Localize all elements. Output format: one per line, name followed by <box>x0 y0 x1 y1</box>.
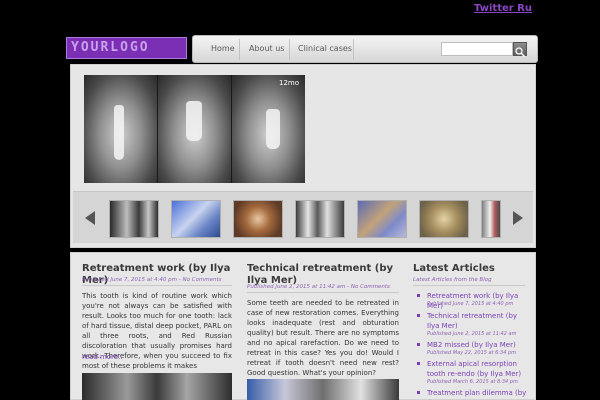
xray-root <box>266 109 280 149</box>
bullet-icon <box>417 294 420 297</box>
sidebar-article-date: Published May 22, 2015 at 6:34 pm <box>427 350 517 356</box>
xray-root <box>114 105 124 160</box>
divider <box>413 285 525 286</box>
xray-label: 12mo <box>278 79 299 87</box>
xray-image <box>158 75 231 183</box>
sidebar-article-date: Published June 7, 2015 at 4:40 pm <box>427 301 514 307</box>
twitter-link[interactable]: Twitter Ru <box>474 3 532 14</box>
sidebar-article-link[interactable]: Treatment plan dilemma (by Ilya <box>427 388 531 400</box>
xray-image <box>84 75 157 183</box>
slider-thumbnail[interactable] <box>109 200 159 238</box>
slider-thumbnail[interactable] <box>357 200 407 238</box>
featured-slider: 12mo <box>70 64 536 248</box>
arrow-right-icon[interactable] <box>513 211 523 225</box>
search-button[interactable] <box>513 42 527 58</box>
xray-image: 12mo <box>232 75 305 183</box>
top-bar: Twitter Ru <box>0 0 600 22</box>
divider <box>247 292 399 293</box>
slider-thumbnail[interactable] <box>419 200 469 238</box>
thumbnail-strip <box>73 191 533 243</box>
nav-clinical-cases[interactable]: Clinical cases <box>298 44 352 53</box>
sidebar-article-link[interactable]: Technical retreatment (by Ilya Mer) <box>427 311 531 331</box>
sidebar-title: Latest Articles <box>413 263 495 274</box>
nav-about-us[interactable]: About us <box>249 44 284 53</box>
content-area: Retreatment work (by Ilya Mer) Published… <box>70 252 536 400</box>
bullet-icon <box>417 362 420 365</box>
nav-divider <box>353 39 354 60</box>
nav-divider <box>239 39 240 60</box>
bullet-icon <box>417 314 420 317</box>
bullet-icon <box>417 391 420 394</box>
slider-thumbnail[interactable] <box>233 200 283 238</box>
slider-thumbnail[interactable] <box>171 200 221 238</box>
post-meta: Published June 2, 2015 at 11:42 am - No … <box>247 284 390 290</box>
post-image[interactable] <box>82 373 232 400</box>
search-icon <box>515 47 526 58</box>
read-more-link[interactable]: read more.. <box>82 353 123 361</box>
slider-main-image[interactable]: 12mo <box>84 75 305 183</box>
sidebar-article-date: Published June 2, 2015 at 11:42 am <box>427 331 517 337</box>
xray-root <box>186 101 202 141</box>
post-meta: Published June 7, 2015 at 4:40 pm - No C… <box>82 277 222 283</box>
divider <box>82 285 232 286</box>
arrow-left-icon[interactable] <box>85 211 95 225</box>
nav-home[interactable]: Home <box>211 44 235 53</box>
nav-divider <box>289 39 290 60</box>
slider-thumbnail[interactable] <box>295 200 345 238</box>
site-logo[interactable]: YOURLOGO <box>66 37 187 59</box>
post-title[interactable]: Retreatment work (by Ilya Mer) <box>82 263 232 287</box>
post-excerpt: Some teeth are needed to be retreated in… <box>247 299 399 377</box>
bullet-icon <box>417 343 420 346</box>
sidebar-subtitle: Latest Articles from the Blog <box>413 277 492 283</box>
sidebar-article-link[interactable]: MB2 missed (by Ilya Mer) <box>427 340 531 350</box>
slider-thumbnail[interactable] <box>481 200 501 238</box>
main-nav: Home About us Clinical cases <box>192 35 538 63</box>
search-input[interactable] <box>441 42 513 56</box>
post-image[interactable] <box>247 379 399 400</box>
sidebar-article-link[interactable]: External apical resorption tooth re-endo… <box>427 359 531 379</box>
sidebar-article-date: Published March 6, 2015 at 8:34 pm <box>427 379 518 385</box>
